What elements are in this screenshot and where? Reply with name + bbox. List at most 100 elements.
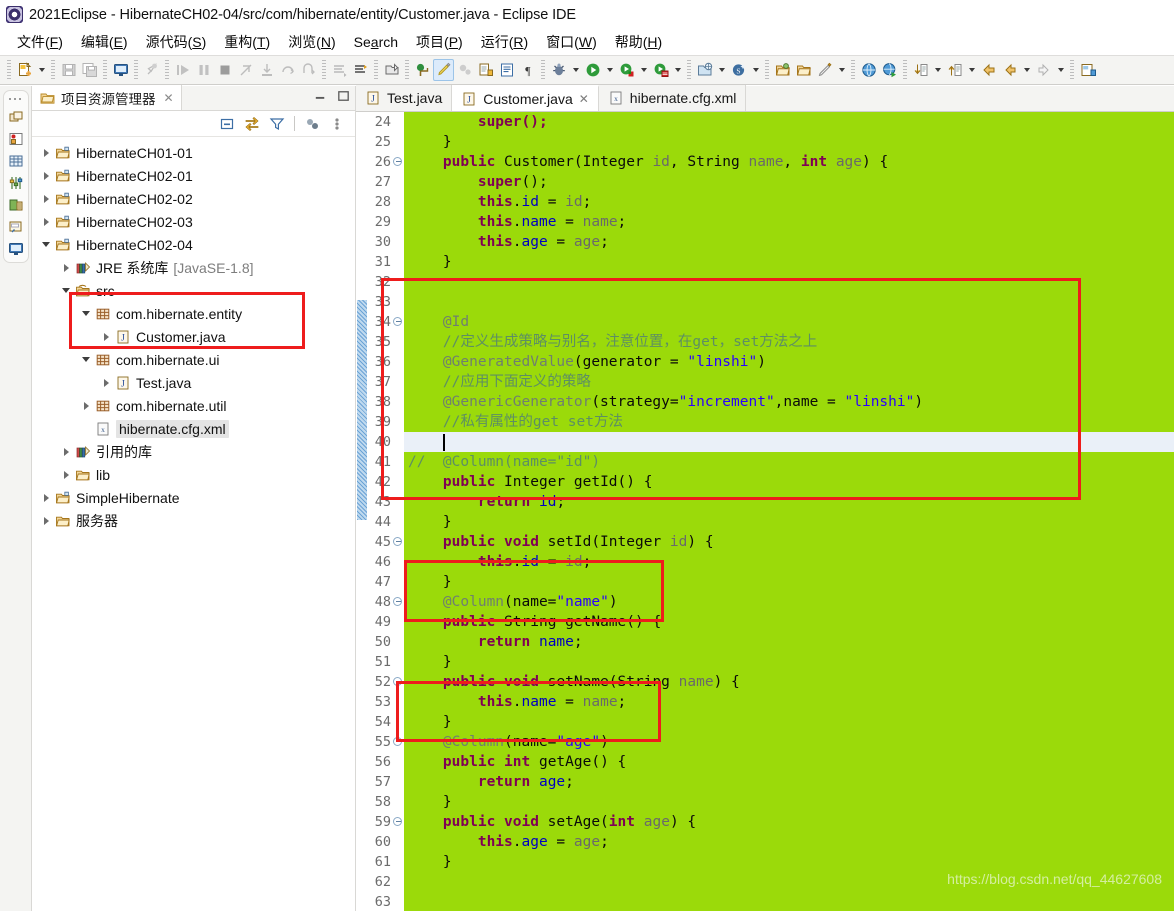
tree-item-hibernatech02-01[interactable]: HibernateCH02-01 xyxy=(32,164,355,187)
code-line[interactable] xyxy=(404,292,1174,312)
previous-edit-location-dropdown[interactable] xyxy=(965,59,978,81)
code-line[interactable]: public void setAge(int age) { xyxy=(404,812,1174,832)
run-as-server-icon[interactable] xyxy=(650,59,671,81)
toolbar-grip-4[interactable] xyxy=(165,60,169,80)
menu-item-8[interactable]: 窗口(W) xyxy=(537,31,606,53)
code-line[interactable]: } xyxy=(404,572,1174,592)
code-line[interactable]: //定义生成策略与别名，注意位置，在get，set方法之上 xyxy=(404,332,1174,352)
code-line[interactable]: public int getAge() { xyxy=(404,752,1174,772)
code-line[interactable]: public String getName() { xyxy=(404,612,1174,632)
open-folder-icon[interactable] xyxy=(793,59,814,81)
tree-item-jre----[interactable]: JRE 系统库 [JavaSE-1.8] xyxy=(32,256,355,279)
debug-icon[interactable] xyxy=(548,59,569,81)
code-line[interactable] xyxy=(404,272,1174,292)
code-line[interactable]: this.name = name; xyxy=(404,692,1174,712)
maximize-view-button[interactable] xyxy=(336,88,351,103)
chevron-right-icon[interactable] xyxy=(98,379,114,387)
tree-item-lib[interactable]: lib xyxy=(32,463,355,486)
menu-item-2[interactable]: 源代码(S) xyxy=(137,31,216,53)
menu-item-3[interactable]: 重构(T) xyxy=(215,31,279,53)
editor-tab-test-java[interactable]: J Test.java xyxy=(356,85,453,111)
debug-dropdown[interactable] xyxy=(569,59,582,81)
menu-item-6[interactable]: 项目(P) xyxy=(407,31,472,53)
data-source-explorer-icon[interactable] xyxy=(7,152,25,170)
fold-toggle-icon[interactable] xyxy=(393,597,402,606)
run-on-server-icon[interactable] xyxy=(879,59,900,81)
code-line[interactable]: @GeneratedValue(generator = "linshi") xyxy=(404,352,1174,372)
tree-item-hibernatech01-01[interactable]: HibernateCH01-01 xyxy=(32,141,355,164)
open-browser-icon[interactable] xyxy=(858,59,879,81)
fold-toggle-icon[interactable] xyxy=(393,537,402,546)
tree-item-----[interactable]: 引用的库 xyxy=(32,440,355,463)
toolbar-grip-6[interactable] xyxy=(374,60,378,80)
toolbar-grip-3[interactable] xyxy=(134,60,138,80)
next-edit-location-icon[interactable] xyxy=(910,59,931,81)
code-line[interactable]: return age; xyxy=(404,772,1174,792)
code-line[interactable]: } xyxy=(404,512,1174,532)
view-filter-icon[interactable] xyxy=(269,116,285,132)
run-as-server-dropdown[interactable] xyxy=(671,59,684,81)
new-wizard-icon[interactable] xyxy=(14,59,35,81)
next-edit-location-dropdown[interactable] xyxy=(931,59,944,81)
tree-item-src[interactable]: src xyxy=(32,279,355,302)
tree-item-customer.java[interactable]: J Customer.java xyxy=(32,325,355,348)
chevron-right-icon[interactable] xyxy=(38,218,54,226)
tree-item----[interactable]: 服务器 xyxy=(32,509,355,532)
menu-item-7[interactable]: 运行(R) xyxy=(472,31,537,53)
code-line[interactable]: public Integer getId() { xyxy=(404,472,1174,492)
forward-dropdown[interactable] xyxy=(1054,59,1067,81)
chevron-right-icon[interactable] xyxy=(38,195,54,203)
toolbar-grip-8[interactable] xyxy=(541,60,545,80)
tree-item-hibernatech02-04[interactable]: HibernateCH02-04 xyxy=(32,233,355,256)
toolbar-grip-9[interactable] xyxy=(687,60,691,80)
chevron-right-icon[interactable] xyxy=(98,333,114,341)
code-line[interactable]: } xyxy=(404,712,1174,732)
new-java-class-icon[interactable] xyxy=(475,59,496,81)
console-icon[interactable] xyxy=(110,59,131,81)
minimize-view-button[interactable] xyxy=(313,88,328,103)
tree-item-com.hibernate.entity[interactable]: com.hibernate.entity xyxy=(32,302,355,325)
new-dynamic-web-project-icon[interactable] xyxy=(694,59,715,81)
fold-toggle-icon[interactable] xyxy=(393,817,402,826)
close-icon[interactable]: ✕ xyxy=(164,91,174,105)
tree-item-com.hibernate.ui[interactable]: com.hibernate.ui xyxy=(32,348,355,371)
chevron-right-icon[interactable] xyxy=(58,264,74,272)
chevron-down-icon[interactable] xyxy=(78,357,94,362)
code-line[interactable]: } xyxy=(404,852,1174,872)
chevron-down-icon[interactable] xyxy=(58,288,74,293)
editor-tab-hibernate-cfg-xml[interactable]: x hibernate.cfg.xml xyxy=(598,85,747,111)
link-with-editor-icon[interactable] xyxy=(244,116,260,132)
code-line[interactable]: } xyxy=(404,652,1174,672)
source-editor[interactable]: 24 25 26 27 28 29 30 31 32 33 34 35 36 37 38 39 40 41 42 43… xyxy=(356,112,1174,911)
collapse-all-icon[interactable] xyxy=(219,116,235,132)
new-dynamic-web-project-dropdown[interactable] xyxy=(715,59,728,81)
tab-project-explorer[interactable]: 项目资源管理器 ✕ xyxy=(32,85,182,110)
pilcrow-icon[interactable]: ¶ xyxy=(517,59,538,81)
run-dropdown[interactable] xyxy=(603,59,616,81)
menu-item-4[interactable]: 浏览(N) xyxy=(279,31,344,53)
console-view-icon[interactable] xyxy=(7,240,25,258)
close-icon[interactable]: ✕ xyxy=(579,92,589,106)
toolbar-grip-11[interactable] xyxy=(851,60,855,80)
code-line[interactable]: super(); xyxy=(404,112,1174,132)
tree-item-hibernatech02-03[interactable]: HibernateCH02-03 xyxy=(32,210,355,233)
back-icon[interactable] xyxy=(978,59,999,81)
toolbar-grip-1[interactable] xyxy=(51,60,55,80)
code-line[interactable]: public Customer(Integer id, String name,… xyxy=(404,152,1174,172)
chevron-right-icon[interactable] xyxy=(58,448,74,456)
forward-icon[interactable] xyxy=(999,59,1020,81)
code-line[interactable]: return name; xyxy=(404,632,1174,652)
open-type-icon[interactable] xyxy=(381,59,402,81)
chevron-right-icon[interactable] xyxy=(58,471,74,479)
code-line[interactable]: super(); xyxy=(404,172,1174,192)
back-dropdown[interactable] xyxy=(1020,59,1033,81)
code-line[interactable]: } xyxy=(404,252,1174,272)
code-line[interactable]: this.age = age; xyxy=(404,232,1174,252)
new-annotation-icon[interactable] xyxy=(814,59,835,81)
code-text[interactable]: super(); } public Customer(Integer id, S… xyxy=(404,112,1174,911)
toolbar-grip-13[interactable] xyxy=(1070,60,1074,80)
menu-item-0[interactable]: 文件(F) xyxy=(8,31,72,53)
menu-item-9[interactable]: 帮助(H) xyxy=(606,31,671,53)
annotation-ruler[interactable] xyxy=(356,112,368,911)
code-line[interactable]: } xyxy=(404,132,1174,152)
